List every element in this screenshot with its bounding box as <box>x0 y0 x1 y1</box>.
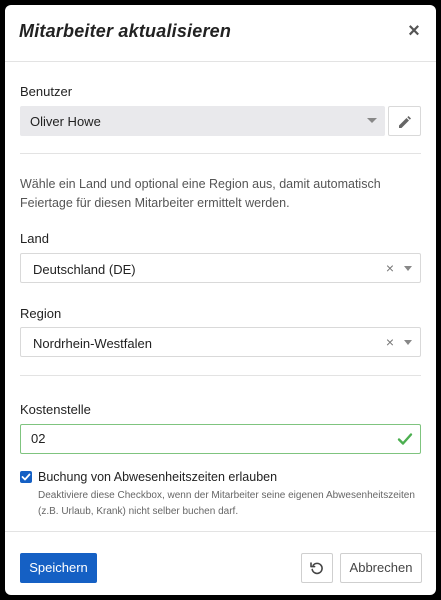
checkmark-icon <box>21 473 31 481</box>
country-select[interactable]: Deutschland (DE) × <box>20 253 421 283</box>
absence-booking-label[interactable]: Buchung von Abwesenheitszeiten erlauben <box>38 470 277 484</box>
chevron-down-icon <box>367 118 377 123</box>
dialog-header: Mitarbeiter aktualisieren × <box>5 5 436 62</box>
clear-region-icon[interactable]: × <box>386 334 394 350</box>
cost-center-input[interactable] <box>31 431 371 446</box>
divider <box>20 153 421 154</box>
chevron-down-icon[interactable] <box>404 266 412 271</box>
region-label: Region <box>20 306 62 321</box>
chevron-down-icon[interactable] <box>404 340 412 345</box>
country-select-value: Deutschland (DE) <box>33 262 136 277</box>
checkmark-icon <box>397 433 413 445</box>
reset-button[interactable] <box>301 553 333 583</box>
divider <box>20 375 421 376</box>
dialog-title: Mitarbeiter aktualisieren <box>19 21 232 41</box>
edit-user-button[interactable] <box>388 106 421 136</box>
cost-center-label: Kostenstelle <box>20 402 91 417</box>
country-label: Land <box>20 231 49 246</box>
close-icon[interactable]: × <box>404 21 424 41</box>
region-select[interactable]: Nordrhein-Westfalen × <box>20 327 421 357</box>
region-select-value: Nordrhein-Westfalen <box>33 336 152 351</box>
dialog-footer: Speichern Abbrechen <box>5 531 436 595</box>
absence-booking-checkbox[interactable] <box>20 471 32 483</box>
user-label: Benutzer <box>20 84 73 99</box>
absence-booking-description: Deaktiviere diese Checkbox, wenn der Mit… <box>38 490 415 517</box>
cost-center-field[interactable] <box>20 424 421 454</box>
edit-employee-dialog: Mitarbeiter aktualisieren × Benutzer Oli… <box>5 5 436 595</box>
clear-country-icon[interactable]: × <box>386 260 394 276</box>
user-select-value: Oliver Howe <box>30 114 101 129</box>
save-button[interactable]: Speichern <box>20 553 97 583</box>
holiday-hint-text: Wähle ein Land und optional eine Region … <box>20 177 381 210</box>
pencil-icon <box>399 116 411 128</box>
user-select[interactable]: Oliver Howe <box>20 106 385 136</box>
cancel-button[interactable]: Abbrechen <box>340 553 422 583</box>
undo-icon <box>310 562 323 575</box>
